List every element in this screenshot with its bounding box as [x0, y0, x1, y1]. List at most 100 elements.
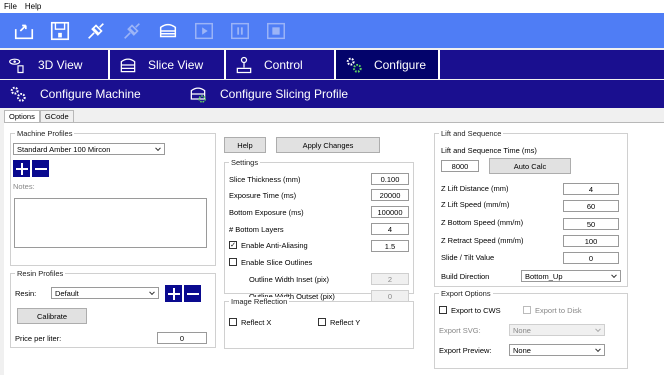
chevron-down-icon	[595, 326, 601, 333]
seq-time-input[interactable]: 8000	[441, 160, 479, 172]
disconnect-button[interactable]	[114, 17, 150, 45]
settings-group: Settings Slice Thickness (mm) 0.100 Expo…	[224, 158, 414, 302]
z-bottom-speed-input[interactable]: 50	[563, 218, 619, 230]
export-options-group: Export Options Export to CWS Export to D…	[434, 289, 628, 369]
menu-file[interactable]: File	[4, 2, 17, 11]
resin-select[interactable]: Default	[51, 287, 159, 299]
tab-3d-view[interactable]: 3D View	[0, 50, 110, 79]
plug-icon	[88, 22, 104, 39]
tab-gcode[interactable]: GCode	[39, 110, 74, 122]
notes-textarea[interactable]	[14, 198, 207, 248]
export-svg-select[interactable]: None	[509, 324, 605, 336]
pause-button[interactable]	[222, 17, 258, 45]
tab-slice-view[interactable]: Slice View	[110, 50, 226, 79]
slice-button[interactable]	[150, 17, 186, 45]
stop-button[interactable]	[258, 17, 294, 45]
export-cws-checkbox[interactable]	[439, 306, 447, 314]
reflect-x-checkbox[interactable]	[229, 318, 237, 326]
play-icon	[195, 22, 213, 39]
machine-profiles-label: Machine Profiles	[15, 129, 75, 138]
export-options-label: Export Options	[439, 289, 493, 298]
reflect-x-label: Reflect X	[241, 318, 272, 327]
price-per-liter-input[interactable]: 0	[157, 332, 207, 344]
machine-profiles-group: Machine Profiles Standard Amber 100 Mirc…	[10, 129, 216, 266]
chevron-down-icon	[611, 272, 617, 279]
chevron-down-icon	[149, 289, 155, 296]
reflect-y-checkbox[interactable]	[318, 318, 326, 326]
settings-label: Settings	[229, 158, 261, 167]
z-lift-distance-label: Z Lift Distance (mm)	[441, 184, 509, 193]
slide-tilt-input[interactable]: 0	[563, 252, 619, 264]
tab-configure-label: Configure	[373, 57, 426, 72]
tab-configure-slicing-profile-label: Configure Slicing Profile	[220, 87, 349, 101]
bottom-exposure-input[interactable]: 100000	[371, 206, 409, 218]
anti-aliasing-label: Enable Anti-Aliasing	[241, 241, 308, 250]
slice-view-icon	[120, 58, 136, 72]
export-cws-label: Export to CWS	[451, 306, 501, 315]
tab-control[interactable]: Control	[226, 50, 336, 79]
help-button[interactable]: Help	[224, 137, 266, 153]
lift-sequence-label: Lift and Sequence	[439, 129, 504, 138]
calibrate-button[interactable]: Calibrate	[17, 308, 87, 324]
outline-inset-input[interactable]: 2	[371, 273, 409, 285]
z-retract-speed-input[interactable]: 100	[563, 235, 619, 247]
play-button[interactable]	[186, 17, 222, 45]
configure-tabs: Configure Machine Configure Slicing Prof…	[0, 80, 664, 108]
resin-label: Resin:	[15, 289, 37, 298]
pause-icon	[231, 22, 249, 39]
slice-outlines-checkbox[interactable]	[229, 258, 237, 266]
price-per-liter-label: Price per liter:	[15, 334, 62, 343]
export-preview-select[interactable]: None	[509, 344, 605, 356]
chevron-down-icon	[155, 145, 161, 152]
exposure-time-label: Exposure Time (ms)	[229, 191, 297, 200]
remove-resin-button[interactable]	[184, 285, 201, 302]
build-direction-label: Build Direction	[441, 272, 490, 281]
menu-help[interactable]: Help	[25, 2, 41, 11]
reflect-y-label: Reflect Y	[330, 318, 361, 327]
slice-thickness-input[interactable]: 0.100	[371, 173, 409, 185]
z-lift-speed-input[interactable]: 60	[563, 200, 619, 212]
apply-changes-button[interactable]: Apply Changes	[276, 137, 380, 153]
menu-bar: File Help	[0, 0, 664, 13]
tab-configure-slicing-profile[interactable]: Configure Slicing Profile	[180, 80, 360, 108]
export-disk-checkbox[interactable]	[523, 306, 531, 314]
resin-profiles-label: Resin Profiles	[15, 269, 66, 278]
add-resin-button[interactable]	[165, 285, 182, 302]
tab-control-label: Control	[264, 57, 303, 72]
notes-label: Notes:	[13, 182, 35, 191]
export-disk-label: Export to Disk	[535, 306, 582, 315]
export-svg-label: Export SVG:	[439, 326, 481, 335]
lift-sequence-group: Lift and Sequence Lift and Sequence Time…	[434, 129, 628, 287]
machine-profile-value: Standard Amber 100 Mircon	[17, 144, 111, 154]
connect-button[interactable]	[78, 17, 114, 45]
bottom-exposure-label: Bottom Exposure (ms)	[229, 208, 304, 217]
tab-configure[interactable]: Configure	[336, 50, 440, 79]
gear-icon	[346, 57, 362, 73]
anti-aliasing-checkbox[interactable]: ✓	[229, 241, 237, 249]
slicing-profile-icon	[190, 87, 206, 103]
bottom-layers-input[interactable]: 4	[371, 223, 409, 235]
exposure-time-input[interactable]: 20000	[371, 189, 409, 201]
export-preview-label: Export Preview:	[439, 346, 492, 355]
options-tabs: Options GCode	[4, 110, 74, 122]
unplug-icon	[124, 22, 140, 39]
save-button[interactable]	[42, 17, 78, 45]
anti-aliasing-input[interactable]: 1.5	[371, 240, 409, 252]
tab-configure-machine-label: Configure Machine	[40, 87, 141, 101]
build-direction-select[interactable]: Bottom_Up	[521, 270, 621, 282]
z-lift-distance-input[interactable]: 4	[563, 183, 619, 195]
export-preview-value: None	[513, 345, 531, 355]
slice-thickness-label: Slice Thickness (mm)	[229, 175, 301, 184]
machine-profile-select[interactable]: Standard Amber 100 Mircon	[13, 143, 165, 155]
image-reflection-group: Image Reflection Reflect X Reflect Y	[224, 297, 414, 349]
tab-options[interactable]: Options	[4, 110, 40, 122]
tab-configure-machine[interactable]: Configure Machine	[0, 80, 180, 108]
joystick-icon	[236, 56, 252, 73]
open-file-button[interactable]	[6, 17, 42, 45]
bottom-layers-label: # Bottom Layers	[229, 225, 284, 234]
slice-outlines-label: Enable Slice Outlines	[241, 258, 313, 267]
auto-calc-button[interactable]: Auto Calc	[489, 158, 571, 174]
remove-machine-profile-button[interactable]	[32, 160, 49, 177]
add-machine-profile-button[interactable]	[13, 160, 30, 177]
resin-profiles-group: Resin Profiles Resin: Default Calibrate …	[10, 269, 216, 348]
